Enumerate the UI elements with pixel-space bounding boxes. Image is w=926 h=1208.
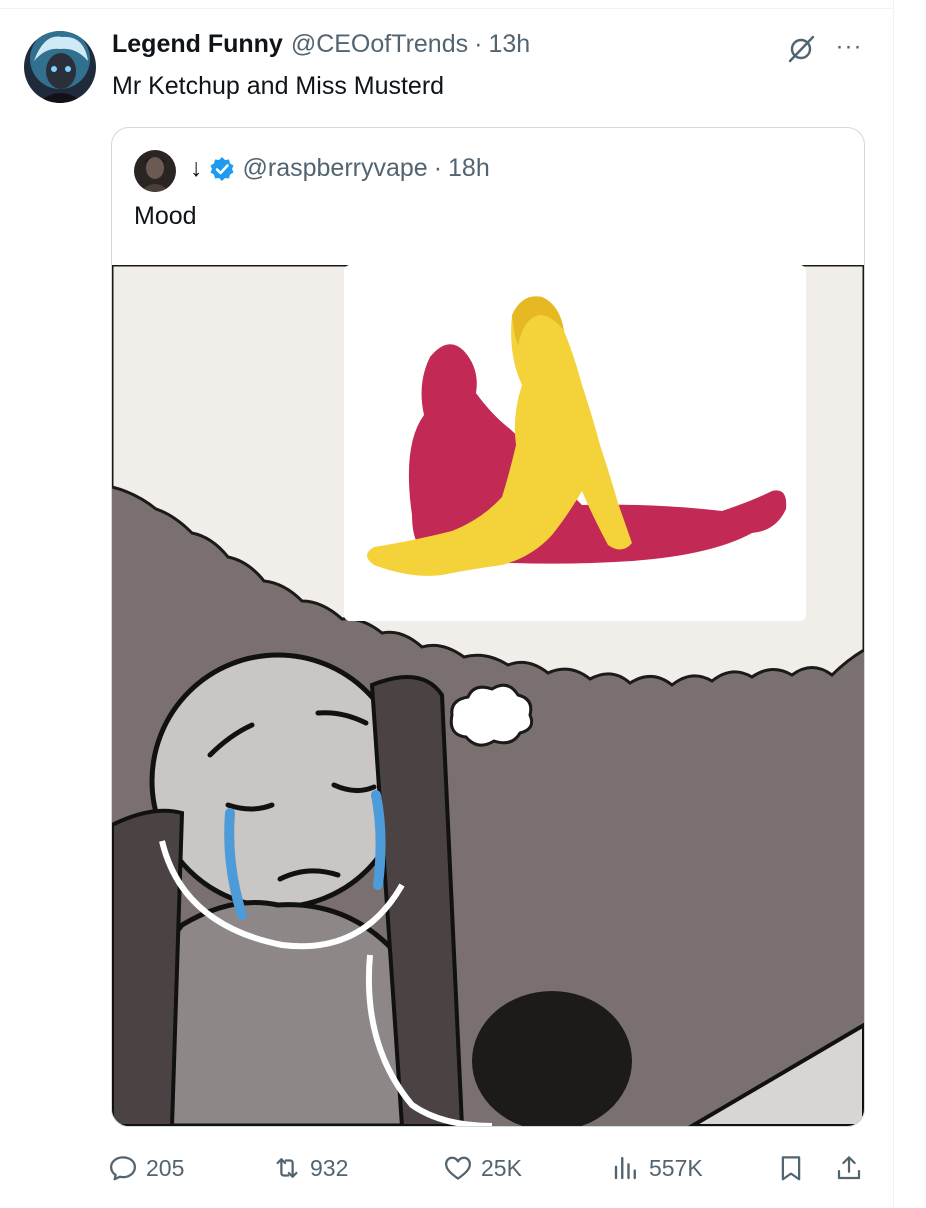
share-button[interactable] <box>834 1148 864 1188</box>
author-name[interactable]: Legend Funny <box>112 30 283 59</box>
verified-icon <box>210 156 233 181</box>
retweet-count: 932 <box>310 1154 349 1181</box>
tweet-header: Legend Funny @CEOofTrends · 13h <box>112 30 530 59</box>
views-button[interactable]: 557K <box>611 1148 703 1188</box>
top-divider <box>0 8 893 9</box>
reply-button[interactable]: 205 <box>108 1148 184 1188</box>
quoted-tweet[interactable]: ↓ @raspberryvape · 18h Mood <box>111 127 865 1127</box>
quote-header: ↓ @raspberryvape · 18h <box>190 154 490 183</box>
quote-media-image[interactable] <box>112 265 864 1126</box>
like-count: 25K <box>481 1154 522 1181</box>
bookmark-button[interactable] <box>776 1148 806 1188</box>
grok-icon[interactable] <box>784 32 818 66</box>
retweet-button[interactable]: 932 <box>272 1148 348 1188</box>
bookmark-icon <box>781 1156 801 1181</box>
quote-author-avatar[interactable] <box>134 150 176 192</box>
quote-author-name[interactable]: ↓ <box>190 154 203 183</box>
like-button[interactable]: 25K <box>443 1148 522 1188</box>
author-avatar[interactable] <box>24 31 96 103</box>
tweet-text: Mr Ketchup and Miss Musterd <box>112 72 445 100</box>
reply-count: 205 <box>146 1154 185 1181</box>
views-count: 557K <box>649 1154 703 1181</box>
quote-text: Mood <box>134 202 197 230</box>
quote-header-separator: · <box>433 154 443 182</box>
views-icon <box>614 1156 636 1180</box>
tweet-action-bar: 205 932 25K 557K <box>108 1148 868 1188</box>
tweet-timestamp[interactable]: 13h <box>488 30 530 59</box>
quote-timestamp[interactable]: 18h <box>448 154 490 183</box>
author-handle[interactable]: @CEOofTrends <box>291 30 468 59</box>
share-icon <box>837 1156 861 1180</box>
more-icon[interactable]: ··· <box>832 32 866 62</box>
retweet-icon <box>276 1158 298 1178</box>
quote-author-handle[interactable]: @raspberryvape <box>243 154 428 183</box>
header-separator: · <box>474 30 483 58</box>
reply-icon <box>110 1156 136 1181</box>
like-icon <box>445 1156 471 1180</box>
timeline-right-border <box>893 0 894 1208</box>
